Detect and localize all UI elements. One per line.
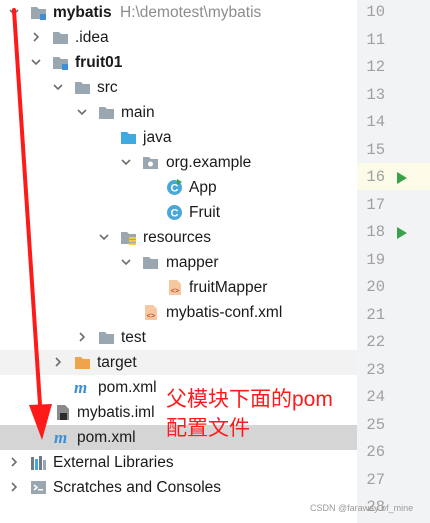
tree-item-org-example[interactable]: org.example <box>0 150 357 175</box>
tree-item-mybatis-conf-xml[interactable]: <> mybatis-conf.xml <box>0 300 357 325</box>
run-gutter-icon[interactable] <box>397 227 407 239</box>
line-number: 12 <box>366 58 385 76</box>
xml-file-icon: <> <box>145 305 157 321</box>
tree-item-label: java <box>143 129 172 146</box>
tree-item-label: pom.xml <box>98 379 157 396</box>
source-root-folder-icon <box>121 132 136 144</box>
tree-item-label: fruit01 <box>75 54 123 71</box>
chevron-down-icon[interactable] <box>98 231 110 243</box>
tree-item-label: fruitMapper <box>189 279 268 296</box>
tree-item-mybatis-root[interactable]: mybatis H:\demotest\mybatis <box>0 0 357 25</box>
chevron-down-icon[interactable] <box>8 6 20 18</box>
tree-item-resources[interactable]: resources <box>0 225 357 250</box>
maven-file-icon: m <box>54 428 68 447</box>
tree-item-label: org.example <box>166 154 252 171</box>
tree-item-fruit[interactable]: C Fruit <box>0 200 357 225</box>
module-folder-icon <box>31 7 46 20</box>
line-number: 11 <box>366 31 385 49</box>
tree-item-label: main <box>121 104 155 121</box>
resources-root-folder-icon <box>121 232 136 245</box>
project-path: H:\demotest\mybatis <box>120 4 262 21</box>
chevron-right-icon[interactable] <box>8 481 20 493</box>
line-number: 19 <box>366 251 385 269</box>
annotation-text-line1: 父模块下面的pom <box>166 388 333 411</box>
tree-item-fruit01[interactable]: fruit01 <box>0 50 357 75</box>
tree-item-mapper[interactable]: mapper <box>0 250 357 275</box>
line-number: 15 <box>366 141 385 159</box>
line-number: 25 <box>366 416 385 434</box>
line-number: 13 <box>366 86 385 104</box>
tree-item-label: Fruit <box>189 204 220 221</box>
folder-icon <box>143 257 158 269</box>
chevron-right-icon[interactable] <box>8 456 20 468</box>
watermark: CSDN @faraway of_mine <box>310 503 414 513</box>
line-number: 22 <box>366 333 385 351</box>
run-gutter-icon[interactable] <box>397 172 407 184</box>
tree-item-label: test <box>121 329 146 346</box>
tree-item-label: pom.xml <box>77 429 136 446</box>
tree-item-idea[interactable]: .idea <box>0 25 357 50</box>
svg-text:C: C <box>171 208 179 220</box>
line-number: 24 <box>366 388 385 406</box>
module-folder-icon <box>53 57 68 70</box>
tree-item-label: mapper <box>166 254 219 271</box>
iml-file-icon <box>57 405 69 420</box>
tree-item-label: mybatis <box>53 4 112 21</box>
tree-item-main[interactable]: main <box>0 100 357 125</box>
folder-icon <box>99 332 114 344</box>
maven-file-icon: m <box>74 378 88 397</box>
chevron-down-icon[interactable] <box>30 56 42 68</box>
xml-file-icon: <> <box>169 280 181 296</box>
folder-icon <box>53 32 68 44</box>
java-class-icon: C <box>167 205 182 220</box>
line-number: 10 <box>366 3 385 21</box>
tree-item-fruitmapper[interactable]: <> fruitMapper <box>0 275 357 300</box>
chevron-down-icon[interactable] <box>120 256 132 268</box>
line-number: 21 <box>366 306 385 324</box>
package-icon <box>143 157 158 169</box>
svg-text:<>: <> <box>147 313 155 321</box>
chevron-down-icon[interactable] <box>52 81 64 93</box>
editor-gutter: 10 11 12 13 14 15 16 17 18 19 20 21 22 2… <box>357 0 430 523</box>
chevron-right-icon[interactable] <box>76 331 88 343</box>
tree-item-label: src <box>97 79 118 96</box>
tree-item-app[interactable]: C App <box>0 175 357 200</box>
tree-item-src[interactable]: src <box>0 75 357 100</box>
folder-icon <box>75 82 90 94</box>
tree-item-test[interactable]: test <box>0 325 357 350</box>
tree-item-label: App <box>189 179 217 196</box>
tree-item-label: mybatis-conf.xml <box>166 304 283 321</box>
tree-item-label: mybatis.iml <box>77 404 155 421</box>
tree-item-external-libraries[interactable]: External Libraries <box>0 450 357 475</box>
folder-icon <box>99 107 114 119</box>
chevron-down-icon[interactable] <box>76 106 88 118</box>
chevron-down-icon[interactable] <box>120 156 132 168</box>
tree-item-label: resources <box>143 229 212 246</box>
libraries-icon <box>31 456 46 470</box>
line-number: 14 <box>366 113 385 131</box>
tree-item-label: target <box>97 354 137 371</box>
tree-item-label: External Libraries <box>53 454 174 471</box>
line-number: 16 <box>366 168 385 186</box>
line-number: 18 <box>366 223 385 241</box>
line-number: 26 <box>366 443 385 461</box>
tree-item-java[interactable]: java <box>0 125 357 150</box>
scratches-icon <box>31 481 46 494</box>
chevron-right-icon[interactable] <box>52 356 64 368</box>
project-tree[interactable]: mybatis H:\demotest\mybatis .idea fruit0… <box>0 0 357 523</box>
chevron-right-icon[interactable] <box>30 31 42 43</box>
tree-item-scratches-and-consoles[interactable]: Scratches and Consoles <box>0 475 357 500</box>
line-number: 17 <box>366 196 385 214</box>
line-number: 27 <box>366 471 385 489</box>
line-number: 23 <box>366 361 385 379</box>
java-class-run-icon: C <box>167 179 182 195</box>
tree-item-label: .idea <box>75 29 109 46</box>
tree-item-label: Scratches and Consoles <box>53 479 222 496</box>
tree-item-target[interactable]: target <box>0 350 357 375</box>
svg-text:<>: <> <box>171 288 179 296</box>
excluded-folder-icon <box>75 357 90 369</box>
line-number: 20 <box>366 278 385 296</box>
annotation-text-line2: 配置文件 <box>166 417 250 440</box>
